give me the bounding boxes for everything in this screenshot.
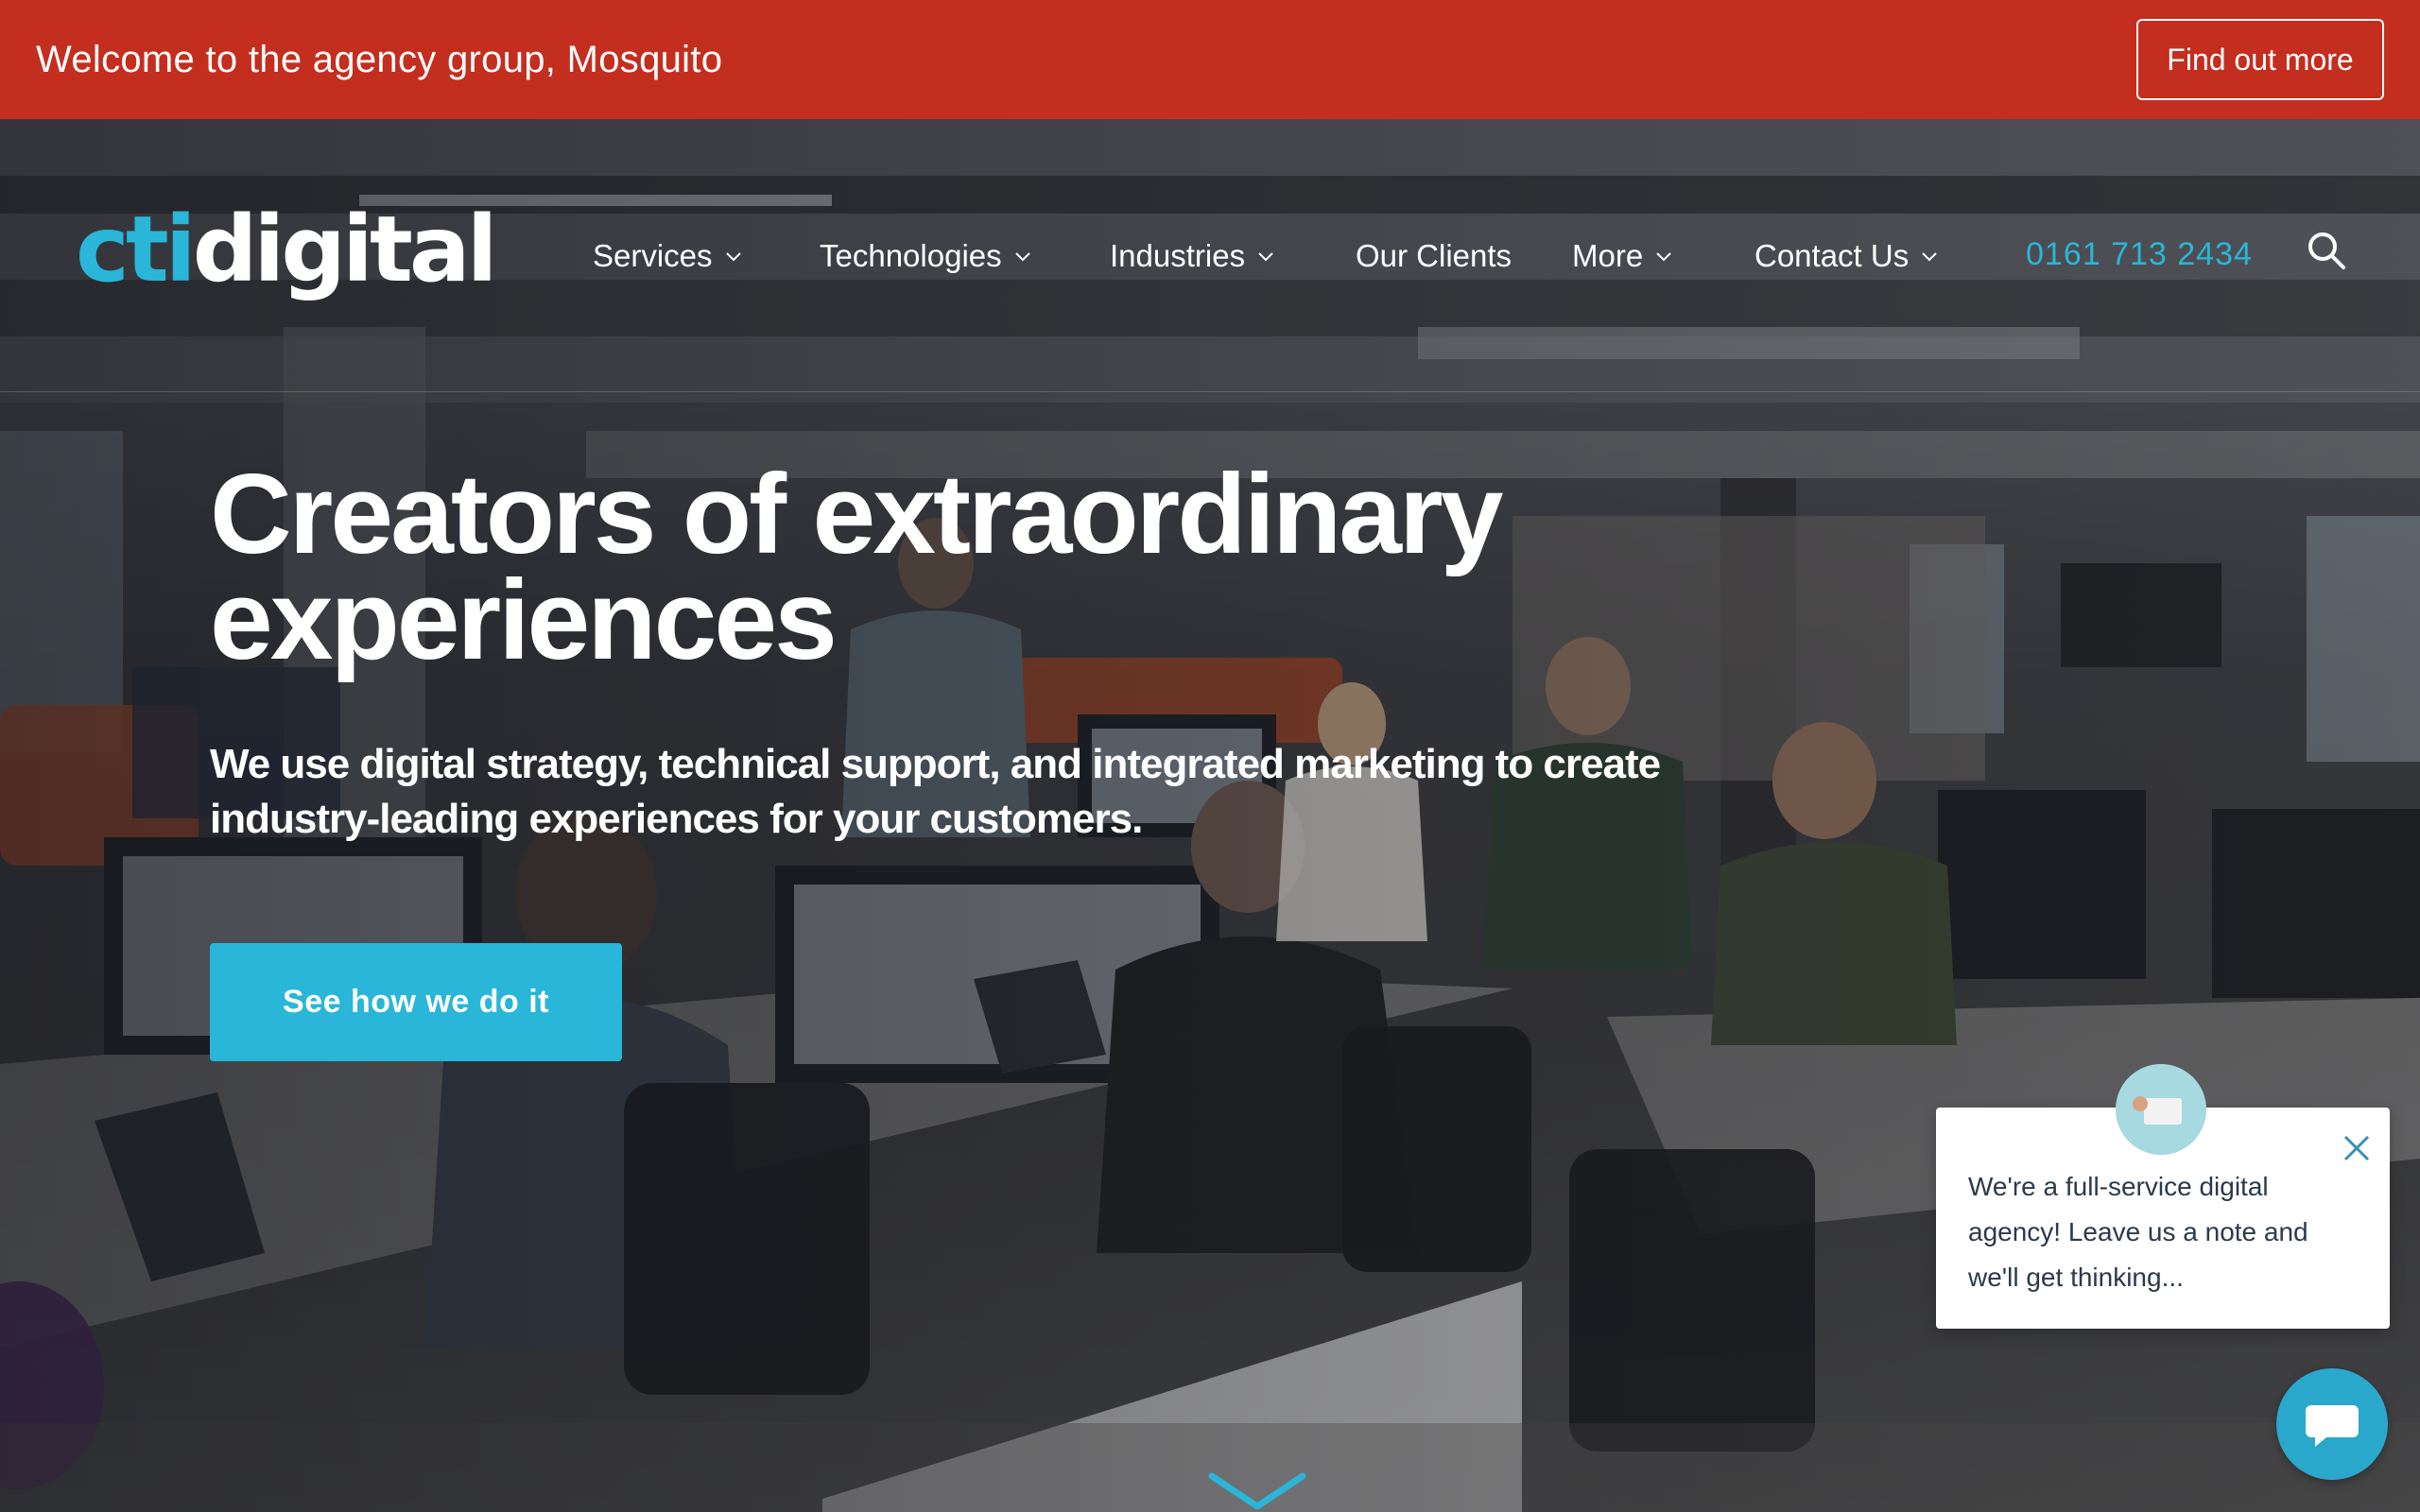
see-how-we-do-it-button[interactable]: See how we do it: [210, 943, 622, 1061]
nav-item-our-clients[interactable]: Our Clients: [1356, 238, 1512, 274]
chevron-down-icon: [1258, 252, 1273, 262]
announcement-banner: Welcome to the agency group, Mosquito Fi…: [0, 0, 2420, 119]
nav-item-label: Industries: [1110, 238, 1246, 273]
nav-item-label: Our Clients: [1356, 238, 1512, 273]
find-out-more-button[interactable]: Find out more: [2136, 19, 2384, 100]
close-icon[interactable]: [2341, 1132, 2373, 1164]
hero-subtitle: We use digital strategy, technical suppo…: [210, 737, 1817, 847]
cti-digital-logo[interactable]: ctidigital: [76, 204, 498, 295]
chevron-down-icon: [725, 252, 741, 262]
chevron-down-icon: [1014, 252, 1030, 262]
nav-item-more[interactable]: More: [1572, 238, 1673, 274]
hero-title-line2: experiences: [210, 557, 838, 683]
hero-subtitle-line2: industry-leading experiences for your cu…: [210, 796, 1143, 842]
banner-text: Welcome to the agency group, Mosquito: [36, 38, 723, 80]
nav-item-technologies[interactable]: Technologies: [820, 238, 1032, 274]
chat-launcher-button[interactable]: [2276, 1368, 2388, 1480]
chevron-down-icon: [1922, 252, 1937, 262]
logo-cti: cti: [76, 197, 197, 302]
nav-divider: [0, 391, 2420, 392]
nav-item-label: Services: [593, 238, 713, 273]
main-navigation: ctidigital Services Technologies Industr…: [0, 119, 2420, 393]
chevron-down-icon[interactable]: [1208, 1470, 1306, 1512]
chat-icon: [2306, 1405, 2359, 1447]
search-icon[interactable]: [2305, 229, 2348, 272]
nav-item-services[interactable]: Services: [593, 238, 743, 274]
hero-subtitle-line1: We use digital strategy, technical suppo…: [210, 741, 1661, 787]
chat-message-text: We're a full-service digital agency! Lea…: [1968, 1172, 2308, 1292]
logo-digital: digital: [192, 197, 498, 302]
nav-item-label: Contact Us: [1754, 238, 1910, 273]
nav-item-label: Technologies: [820, 238, 1002, 273]
nav-item-contact-us[interactable]: Contact Us: [1754, 238, 1939, 274]
nav-item-label: More: [1572, 238, 1644, 273]
avatar-illustration: [2116, 1064, 2206, 1155]
chevron-down-icon: [1656, 252, 1671, 262]
hero-title: Creators of extraordinary experiences: [210, 457, 1722, 677]
phone-number-link[interactable]: 0161 713 2434: [2026, 236, 2253, 273]
nav-item-industries[interactable]: Industries: [1110, 238, 1275, 274]
chat-agent-avatar: [2116, 1064, 2206, 1155]
